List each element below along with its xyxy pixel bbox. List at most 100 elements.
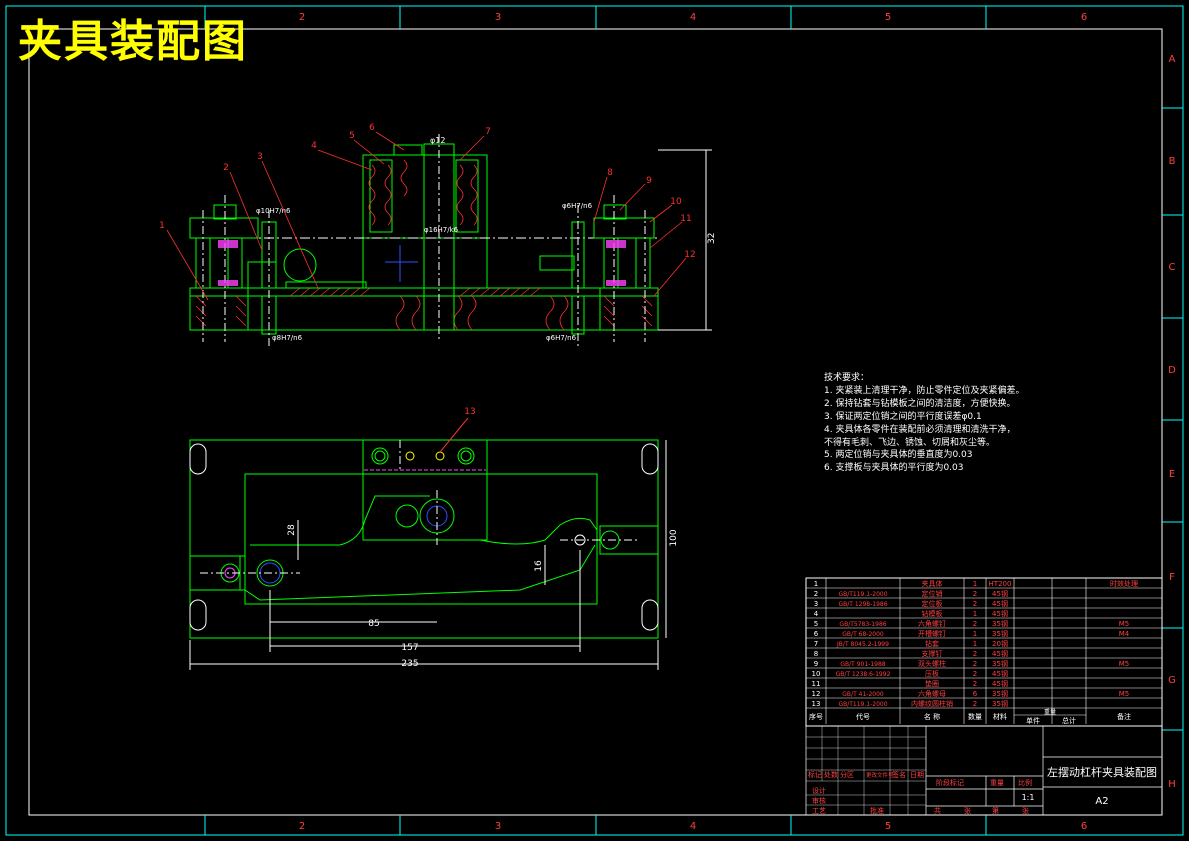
front-view: 32 φ12 φ16H7/k6 φ10H7/n6 φ6H7/n6 φ8H7/n6… — [159, 123, 717, 346]
bom-cell: GB/T 901-1988 — [840, 661, 885, 668]
bom-cell: 定位板 — [922, 599, 943, 608]
dim-100: 100 — [669, 529, 679, 546]
bom-cell: 夹具体 — [922, 579, 943, 588]
bom-cell: 45钢 — [992, 609, 1008, 618]
bom-cell: 2 — [973, 700, 977, 708]
note-line: 6. 支撑板与夹具体的平行度为0.03 — [824, 463, 964, 474]
bom-cell: GB/T 68-2000 — [842, 631, 884, 638]
bom-cell: M5 — [1119, 660, 1130, 668]
bom-cell: 垫圈 — [925, 679, 939, 688]
bom-cell: GB/T 1238.6-1992 — [836, 671, 891, 678]
bom-cell: 钻模板 — [922, 609, 943, 618]
dim-16: 16 — [534, 560, 544, 572]
grid-col-label: 4 — [690, 12, 696, 23]
technical-notes: 技术要求： 1. 夹紧装上清理干净，防止零件定位及夹紧偏差。 2. 保持钻套与钻… — [824, 372, 1064, 475]
bom-cell: M5 — [1119, 690, 1130, 698]
bom-cell: GB/T119.1-2000 — [838, 701, 887, 708]
note-line: 不得有毛刺、飞边、锈蚀、切屑和灰尘等。 — [824, 437, 996, 448]
grid-row-label: G — [1168, 675, 1176, 686]
grid-col-label: 6 — [1081, 821, 1087, 832]
drawing-title: 左摆动杠杆夹具装配图 — [1047, 765, 1157, 779]
bom-cell: GB/T 1298-1986 — [838, 601, 887, 608]
tb-label-sign: 签名 — [892, 770, 906, 779]
balloon-9: 9 — [646, 176, 652, 186]
bom-header: 代号 — [856, 712, 870, 721]
bom-cell: 1 — [814, 580, 818, 588]
tb-label-review: 审核 — [812, 796, 826, 805]
scale-value: 1:1 — [1022, 793, 1035, 802]
bom-cell: 时效处理 — [1110, 579, 1138, 588]
bom-cell: 6 — [973, 690, 978, 698]
tb-label-count: 处数 — [824, 770, 838, 779]
bom-cell: 12 — [812, 690, 821, 698]
bom-cell: 六角螺钉 — [918, 619, 946, 628]
tb-label-process: 工艺 — [812, 807, 826, 815]
grid-row-label: E — [1169, 469, 1175, 480]
grid-col-label: 2 — [299, 821, 305, 832]
bom-cell: 定位销 — [922, 589, 943, 598]
note-line: 4. 夹具体各零件在装配前必须清理和清洗干净， — [824, 424, 1016, 435]
bom-cell: 开槽螺钉 — [918, 629, 946, 638]
note-line: 2. 保持钻套与钻模板之间的清洁度，方便快换。 — [824, 398, 1016, 409]
bom-cell: 双头螺柱 — [918, 659, 946, 668]
tb-label-date: 日期 — [910, 771, 924, 779]
dim-d12: φ12 — [430, 136, 445, 145]
tb-label-weight: 重量 — [990, 779, 1004, 787]
bom-cell: 2 — [973, 680, 977, 688]
bom-header: 备注 — [1117, 712, 1131, 721]
top-view — [189, 417, 667, 670]
bom-header: 名 称 — [924, 712, 940, 721]
balloon-13: 13 — [464, 407, 475, 417]
balloon-10: 10 — [670, 197, 682, 207]
bom-cell: 1 — [973, 580, 977, 588]
grid-row-label: H — [1168, 779, 1176, 790]
bom-cell: 1 — [973, 630, 977, 638]
tb-label-sheet: 张 — [1022, 806, 1029, 815]
bom-cell: 35钢 — [992, 619, 1008, 628]
balloon-7: 7 — [485, 127, 491, 137]
grid-row-label: A — [1169, 54, 1176, 65]
tb-label-no: 第 — [992, 806, 999, 815]
dim-32: 32 — [707, 233, 717, 244]
tb-label-sheets: 张 — [964, 806, 971, 815]
bom-header: 数量 — [968, 712, 982, 721]
dim-28: 28 — [287, 524, 297, 536]
bom-cell: 7 — [814, 640, 818, 648]
dim-d6b: φ6H7/n6 — [546, 334, 577, 342]
balloon-6: 6 — [369, 123, 375, 133]
bom-cell: JB/T 8045.2-1999 — [836, 641, 889, 648]
bom-cell: 2 — [973, 590, 977, 598]
grid-row-label: D — [1168, 365, 1176, 376]
balloon-8: 8 — [607, 168, 613, 178]
bom-cell: GB/T119.1-2000 — [838, 591, 887, 598]
bom-cell: 45钢 — [992, 669, 1008, 678]
note-line: 5. 两定位销与夹具体的垂直度为0.03 — [824, 450, 973, 461]
dim-d6: φ6H7/n6 — [562, 202, 593, 210]
bom-cell: GB/T 41-2000 — [842, 691, 884, 698]
bom-cell: 45钢 — [992, 589, 1008, 598]
bom-cell: 45钢 — [992, 649, 1008, 658]
tb-label-scale: 比例 — [1018, 778, 1032, 787]
bom-cell: 六角螺母 — [918, 689, 946, 698]
bom-cell: 13 — [812, 700, 821, 708]
bom-cell: 2 — [973, 670, 977, 678]
bom-cell: 35钢 — [992, 629, 1008, 638]
bom-cell: 2 — [814, 590, 818, 598]
bom-weight-header: 重量 — [1044, 708, 1056, 716]
sheet-size: A2 — [1095, 796, 1108, 807]
bom-cell: 2 — [973, 650, 977, 658]
bom-cell: 内螺纹圆柱销 — [911, 699, 953, 708]
bom-cell: 2 — [973, 660, 977, 668]
bom-cell: 4 — [814, 610, 819, 618]
grid-col-label: 3 — [495, 12, 501, 23]
tb-label-approve: 批准 — [870, 806, 884, 815]
balloon-4: 4 — [311, 141, 317, 151]
bom-header: 材料 — [993, 712, 1007, 721]
grid-col-label: 5 — [885, 12, 891, 23]
dim-235: 235 — [401, 659, 418, 669]
grid-col-label: 5 — [885, 821, 891, 832]
bom-cell: 10 — [812, 670, 821, 678]
tb-label-total: 共 — [934, 806, 941, 815]
tb-label-mark: 标记 — [808, 770, 822, 779]
grid-col-label: 2 — [299, 12, 305, 23]
